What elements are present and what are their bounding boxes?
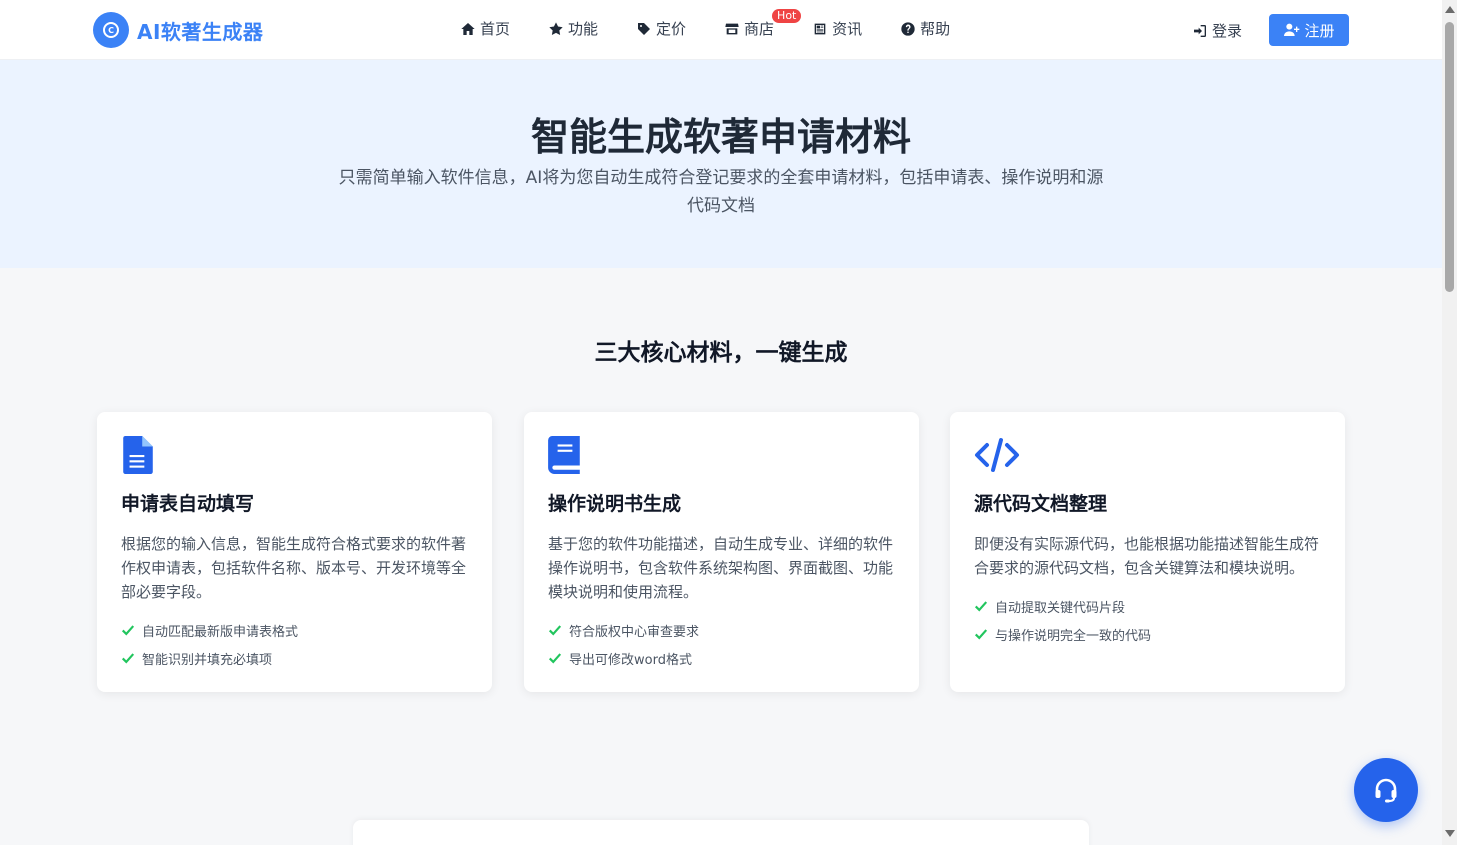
star-icon bbox=[549, 21, 563, 35]
check-icon bbox=[548, 625, 562, 636]
section-title: 三大核心材料，一键生成 bbox=[594, 340, 848, 366]
scroll-up-arrow-icon[interactable] bbox=[1445, 6, 1455, 13]
scrollbar-thumb[interactable] bbox=[1445, 22, 1454, 292]
nav-item-label: 帮助 bbox=[920, 20, 951, 38]
nav-item-label: 功能 bbox=[568, 20, 599, 38]
list-item: 导出可修改word格式 bbox=[548, 644, 895, 672]
list-item: 自动匹配最新版申请表格式 bbox=[121, 616, 468, 644]
card-title: 申请表自动填写 bbox=[121, 493, 255, 515]
scroll-down-arrow-icon[interactable] bbox=[1445, 830, 1455, 837]
nav-item-label: 资讯 bbox=[832, 20, 863, 38]
document-icon bbox=[121, 436, 155, 474]
nav-item-label: 定价 bbox=[656, 20, 687, 38]
book-icon bbox=[548, 436, 582, 474]
tag-icon bbox=[638, 22, 651, 35]
hero-title: 智能生成软著申请材料 bbox=[530, 115, 911, 159]
vertical-scrollbar[interactable] bbox=[1442, 0, 1457, 845]
feature-list: 自动匹配最新版申请表格式 智能识别并填充必填项 bbox=[121, 616, 468, 672]
nav-item-label: 首页 bbox=[480, 20, 511, 38]
feature-list: 符合版权中心审查要求 导出可修改word格式 bbox=[548, 616, 895, 672]
feature-card-source-code: 源代码文档整理 即便没有实际源代码，也能根据功能描述智能生成符合要求的源代码文档… bbox=[950, 412, 1345, 692]
card-title: 操作说明书生成 bbox=[548, 493, 682, 515]
nav-item-label: 商店 bbox=[744, 20, 775, 38]
feature-card-manual: 操作说明书生成 基于您的软件功能描述，自动生成专业、详细的软件操作说明书，包含软… bbox=[524, 412, 919, 692]
nav-item-news[interactable]: 资讯 bbox=[812, 18, 862, 39]
help-icon bbox=[901, 21, 915, 36]
list-item: 智能识别并填充必填项 bbox=[121, 644, 468, 672]
headset-icon bbox=[1375, 778, 1397, 803]
list-item: 与操作说明完全一致的代码 bbox=[974, 620, 1321, 648]
hero-section: 智能生成软著申请材料 只需简单输入软件信息，AI将为您自动生成符合登记要求的全套… bbox=[0, 60, 1442, 268]
check-icon bbox=[974, 601, 988, 612]
store-icon bbox=[725, 23, 739, 34]
main-nav: 首页 功能 定价 商店 Hot 资讯 帮助 bbox=[460, 9, 988, 39]
logo-text: AI软著生成器 bbox=[137, 19, 264, 44]
check-icon bbox=[548, 653, 562, 664]
next-section-panel bbox=[353, 820, 1089, 845]
feature-list: 自动提取关键代码片段 与操作说明完全一致的代码 bbox=[974, 592, 1321, 648]
nav-item-pricing[interactable]: 定价 bbox=[636, 18, 686, 39]
nav-item-home[interactable]: 首页 bbox=[460, 18, 510, 39]
login-label: 登录 bbox=[1212, 22, 1243, 40]
hero-subtitle: 只需简单输入软件信息，AI将为您自动生成符合登记要求的全套申请材料，包括申请表、… bbox=[338, 168, 1104, 216]
sign-in-icon bbox=[1194, 24, 1206, 37]
newspaper-icon bbox=[814, 23, 826, 34]
top-header: C AI软著生成器 首页 功能 定价 商店 Hot 资讯 帮助 登录 注册 bbox=[0, 0, 1442, 60]
hot-badge: Hot bbox=[772, 9, 802, 23]
user-plus-icon bbox=[1284, 23, 1300, 36]
customer-support-button[interactable] bbox=[1354, 758, 1418, 822]
card-description: 根据您的输入信息，智能生成符合格式要求的软件著作权申请表，包括软件名称、版本号、… bbox=[121, 535, 467, 601]
code-icon bbox=[974, 436, 1020, 474]
logo-icon: C bbox=[93, 12, 129, 48]
feature-card-application: 申请表自动填写 根据您的输入信息，智能生成符合格式要求的软件著作权申请表，包括软… bbox=[97, 412, 492, 692]
card-description: 即便没有实际源代码，也能根据功能描述智能生成符合要求的源代码文档，包含关键算法和… bbox=[974, 535, 1320, 577]
check-icon bbox=[121, 653, 135, 664]
register-label: 注册 bbox=[1304, 21, 1335, 40]
card-description: 基于您的软件功能描述，自动生成专业、详细的软件操作说明书，包含软件系统架构图、界… bbox=[548, 535, 894, 601]
card-title: 源代码文档整理 bbox=[974, 493, 1108, 515]
check-icon bbox=[974, 629, 988, 640]
register-button[interactable]: 注册 bbox=[1269, 14, 1349, 46]
nav-item-help[interactable]: 帮助 bbox=[900, 18, 950, 39]
home-icon bbox=[461, 22, 475, 35]
logo[interactable]: C AI软著生成器 bbox=[93, 12, 263, 48]
list-item: 符合版权中心审查要求 bbox=[548, 616, 895, 644]
nav-item-features[interactable]: 功能 bbox=[548, 18, 598, 39]
nav-item-store[interactable]: 商店 Hot bbox=[724, 9, 802, 39]
list-item: 自动提取关键代码片段 bbox=[974, 592, 1321, 620]
login-button[interactable]: 登录 bbox=[1192, 20, 1242, 41]
check-icon bbox=[121, 625, 135, 636]
